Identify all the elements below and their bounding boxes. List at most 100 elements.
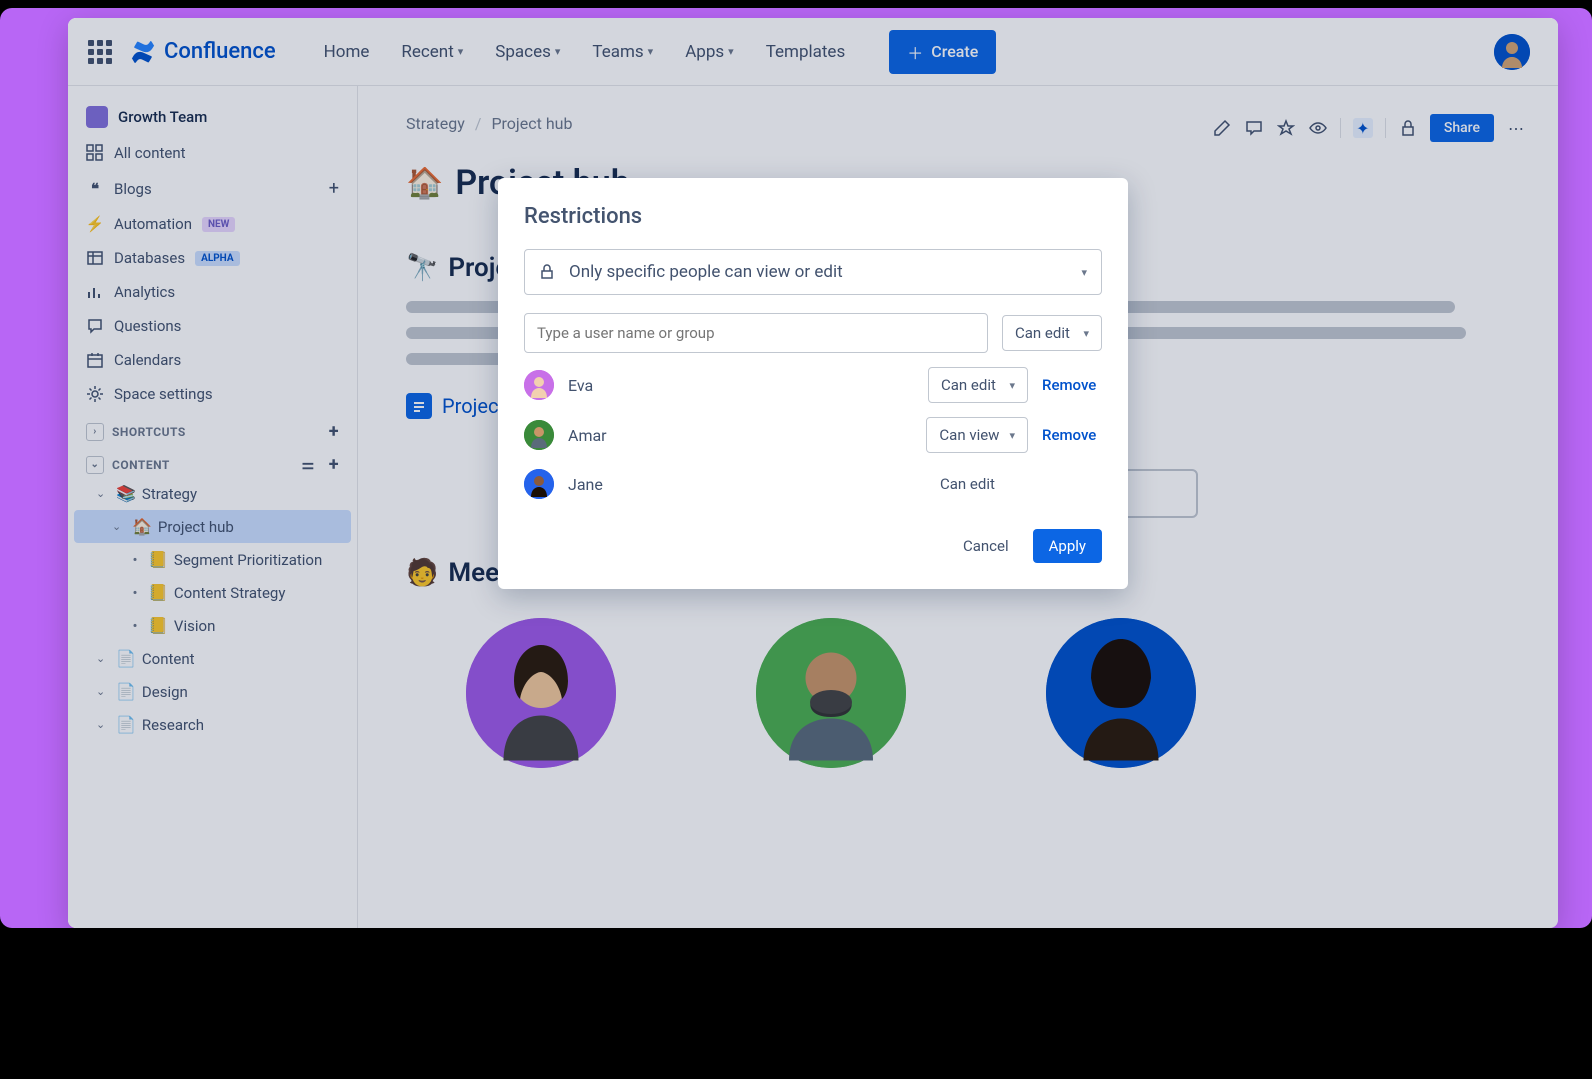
remove-link[interactable]: Remove <box>1042 376 1102 394</box>
nav-teams[interactable]: Teams▾ <box>582 36 663 68</box>
app-window: Confluence Home Recent▾ Spaces▾ Teams▾ A… <box>68 18 1558 928</box>
chevron-down-icon: ▾ <box>728 45 734 58</box>
space-header[interactable]: Growth Team <box>68 98 357 136</box>
nav-home[interactable]: Home <box>314 36 380 68</box>
person-name: Amar <box>568 426 912 445</box>
ai-icon[interactable]: ✦ <box>1353 118 1373 138</box>
modal-title: Restrictions <box>524 204 1102 229</box>
avatar <box>524 420 554 450</box>
page-icon: 📄 <box>116 649 136 668</box>
chevron-right-icon: › <box>86 423 104 441</box>
tree-design[interactable]: ⌄ 📄 Design <box>68 675 357 708</box>
watch-icon[interactable] <box>1308 118 1328 138</box>
edit-icon[interactable] <box>1212 118 1232 138</box>
restriction-mode-select[interactable]: Only specific people can view or edit ▾ <box>524 249 1102 295</box>
tree-vision[interactable]: • 📒 Vision <box>68 609 357 642</box>
apply-button[interactable]: Apply <box>1033 529 1102 563</box>
sidebar-blogs[interactable]: ❝ Blogs + <box>68 170 357 207</box>
person-row-amar: Amar Can view ▾ Remove <box>524 417 1102 453</box>
user-search-input[interactable] <box>524 313 988 353</box>
chevron-down-icon: ▾ <box>555 45 561 58</box>
nav-spaces[interactable]: Spaces▾ <box>485 36 570 68</box>
breadcrumb-item[interactable]: Strategy <box>406 114 465 133</box>
app-switcher-icon[interactable] <box>88 40 112 64</box>
restrictions-modal: Restrictions Only specific people can vi… <box>498 178 1128 589</box>
chevron-down-icon: ▾ <box>648 45 654 58</box>
avatar <box>524 370 554 400</box>
grid-icon <box>86 144 104 162</box>
table-icon <box>86 249 104 267</box>
team-member-avatar[interactable] <box>1046 618 1196 768</box>
permission-static: Can edit <box>928 467 1028 501</box>
new-badge: NEW <box>202 217 235 232</box>
create-button[interactable]: ＋ Create <box>889 30 996 74</box>
tree-content[interactable]: ⌄ 📄 Content <box>68 642 357 675</box>
plus-icon[interactable]: + <box>329 454 339 475</box>
permission-select[interactable]: Can view ▾ <box>926 417 1028 453</box>
lock-icon <box>539 264 555 280</box>
sidebar-space-settings[interactable]: Space settings <box>68 377 357 411</box>
tree-strategy[interactable]: ⌄ 📚 Strategy <box>68 477 357 510</box>
chevron-down-icon: ⌄ <box>96 685 110 698</box>
folder-icon: 📒 <box>148 583 168 602</box>
more-icon[interactable]: ⋯ <box>1506 118 1526 138</box>
chevron-down-icon: ▾ <box>1081 266 1087 279</box>
cancel-button[interactable]: Cancel <box>949 529 1023 563</box>
product-name: Confluence <box>164 39 276 64</box>
tree-research[interactable]: ⌄ 📄 Research <box>68 708 357 741</box>
chevron-down-icon: ⌄ <box>86 456 104 474</box>
document-icon <box>406 393 432 419</box>
share-button[interactable]: Share <box>1430 114 1494 142</box>
tree-segment-prioritization[interactable]: • 📒 Segment Prioritization <box>68 543 357 576</box>
alpha-badge: ALPHA <box>195 251 239 266</box>
quotes-icon: ❝ <box>86 180 104 198</box>
content-section[interactable]: ⌄ CONTENT ⚌ + <box>68 444 357 477</box>
confluence-logo[interactable]: Confluence <box>130 39 276 65</box>
avatar <box>524 469 554 499</box>
chat-icon <box>86 317 104 335</box>
chevron-down-icon: ▾ <box>458 45 464 58</box>
permission-select[interactable]: Can edit ▾ <box>928 367 1028 403</box>
lock-icon[interactable] <box>1398 118 1418 138</box>
chevron-down-icon: ⌄ <box>96 487 110 500</box>
filter-icon[interactable]: ⚌ <box>302 457 315 473</box>
chevron-down-icon: ▾ <box>1083 327 1089 340</box>
tree-content-strategy[interactable]: • 📒 Content Strategy <box>68 576 357 609</box>
plus-icon[interactable]: + <box>329 178 339 199</box>
sidebar-databases[interactable]: Databases ALPHA <box>68 241 357 275</box>
team-avatars <box>406 618 1510 768</box>
sidebar-all-content[interactable]: All content <box>68 136 357 170</box>
top-nav: Confluence Home Recent▾ Spaces▾ Teams▾ A… <box>68 18 1558 86</box>
page-icon: 📄 <box>116 715 136 734</box>
folder-icon: 📒 <box>148 550 168 569</box>
chevron-down-icon: ⌄ <box>112 520 126 533</box>
page-actions: ✦ Share ⋯ <box>1212 114 1526 142</box>
chevron-down-icon: ▾ <box>1009 429 1015 442</box>
tree-project-hub[interactable]: ⌄ 🏠 Project hub <box>74 510 351 543</box>
person-name: Eva <box>568 376 914 395</box>
sidebar-calendars[interactable]: Calendars <box>68 343 357 377</box>
nav-apps[interactable]: Apps▾ <box>675 36 744 68</box>
nav-links: Home Recent▾ Spaces▾ Teams▾ Apps▾ Templa… <box>314 36 856 68</box>
team-member-avatar[interactable] <box>756 618 906 768</box>
permission-select[interactable]: Can edit ▾ <box>1002 315 1102 351</box>
folder-icon: 📒 <box>148 616 168 635</box>
team-member-avatar[interactable] <box>466 618 616 768</box>
shortcuts-section[interactable]: › SHORTCUTS + <box>68 411 357 444</box>
gear-icon <box>86 385 104 403</box>
nav-recent[interactable]: Recent▾ <box>391 36 473 68</box>
comment-icon[interactable] <box>1244 118 1264 138</box>
star-icon[interactable] <box>1276 118 1296 138</box>
nav-templates[interactable]: Templates <box>756 36 856 68</box>
breadcrumb-item[interactable]: Project hub <box>491 114 572 133</box>
telescope-icon: 🔭 <box>406 253 438 283</box>
calendar-icon <box>86 351 104 369</box>
sidebar-automation[interactable]: ⚡ Automation NEW <box>68 207 357 241</box>
plus-icon[interactable]: + <box>329 421 339 442</box>
sidebar-questions[interactable]: Questions <box>68 309 357 343</box>
chevron-down-icon: ▾ <box>1009 379 1015 392</box>
space-icon <box>86 106 108 128</box>
profile-avatar[interactable] <box>1494 34 1530 70</box>
remove-link[interactable]: Remove <box>1042 426 1102 444</box>
sidebar-analytics[interactable]: Analytics <box>68 275 357 309</box>
